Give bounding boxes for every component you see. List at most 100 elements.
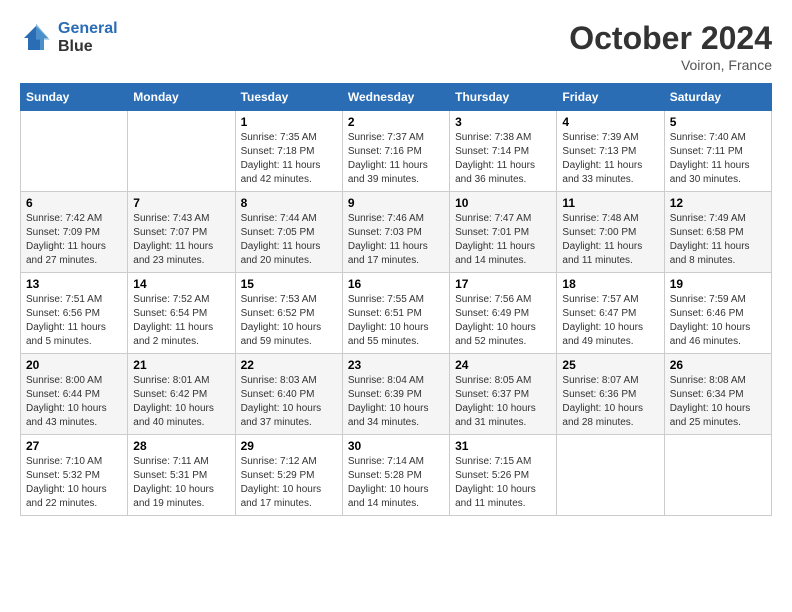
day-info: Sunrise: 7:35 AM Sunset: 7:18 PM Dayligh… [241,131,337,187]
calendar-cell: 14 Sunrise: 7:52 AM Sunset: 6:54 PM Dayli… [128,273,235,354]
day-info: Sunrise: 7:53 AM Sunset: 6:52 PM Dayligh… [241,293,337,349]
day-info: Sunrise: 8:07 AM Sunset: 6:36 PM Dayligh… [562,374,658,430]
calendar-cell: 1Sunrise: 7:35 AM Sunset: 7:18 PM Daylig… [235,111,342,192]
calendar-cell: 3 Sunrise: 7:38 AM Sunset: 7:14 PM Daylig… [450,111,557,192]
day-info: Sunrise: 8:01 AM Sunset: 6:42 PM Dayligh… [133,374,229,430]
day-number: 19 [670,277,766,291]
day-number: 13 [26,277,122,291]
day-info: Sunrise: 7:12 AM Sunset: 5:29 PM Dayligh… [241,455,337,511]
day-number: 6 [26,196,122,210]
calendar-cell: 7 Sunrise: 7:43 AM Sunset: 7:07 PM Daylig… [128,192,235,273]
day-number: 10 [455,196,551,210]
calendar-cell: 29 Sunrise: 7:12 AM Sunset: 5:29 PM Dayli… [235,435,342,516]
day-number: 23 [348,358,444,372]
day-info: Sunrise: 7:43 AM Sunset: 7:07 PM Dayligh… [133,212,229,268]
day-info: Sunrise: 8:04 AM Sunset: 6:39 PM Dayligh… [348,374,444,430]
day-info: Sunrise: 7:40 AM Sunset: 7:11 PM Dayligh… [670,131,766,187]
day-number: 30 [348,439,444,453]
day-info: Sunrise: 7:10 AM Sunset: 5:32 PM Dayligh… [26,455,122,511]
calendar-cell: 15 Sunrise: 7:53 AM Sunset: 6:52 PM Dayli… [235,273,342,354]
weekday-header-thursday: Thursday [450,84,557,111]
day-number: 20 [26,358,122,372]
week-row-1: 1Sunrise: 7:35 AM Sunset: 7:18 PM Daylig… [21,111,772,192]
day-info: Sunrise: 7:52 AM Sunset: 6:54 PM Dayligh… [133,293,229,349]
calendar-cell: 2Sunrise: 7:37 AM Sunset: 7:16 PM Daylig… [342,111,449,192]
calendar-cell [128,111,235,192]
calendar-cell [21,111,128,192]
logo-text: General Blue [58,20,118,56]
day-info: Sunrise: 7:48 AM Sunset: 7:00 PM Dayligh… [562,212,658,268]
page-header: General Blue October 2024 Voiron, France [20,20,772,73]
calendar-cell: 28 Sunrise: 7:11 AM Sunset: 5:31 PM Dayli… [128,435,235,516]
day-info: Sunrise: 8:03 AM Sunset: 6:40 PM Dayligh… [241,374,337,430]
day-number: 28 [133,439,229,453]
weekday-header-tuesday: Tuesday [235,84,342,111]
week-row-5: 27Sunrise: 7:10 AM Sunset: 5:32 PM Dayli… [21,435,772,516]
calendar-cell: 21 Sunrise: 8:01 AM Sunset: 6:42 PM Dayli… [128,354,235,435]
calendar-cell: 19 Sunrise: 7:59 AM Sunset: 6:46 PM Dayli… [664,273,771,354]
calendar-cell: 5 Sunrise: 7:40 AM Sunset: 7:11 PM Daylig… [664,111,771,192]
day-number: 24 [455,358,551,372]
location: Voiron, France [569,57,772,73]
calendar-cell [664,435,771,516]
day-info: Sunrise: 7:49 AM Sunset: 6:58 PM Dayligh… [670,212,766,268]
calendar-cell: 18 Sunrise: 7:57 AM Sunset: 6:47 PM Dayli… [557,273,664,354]
calendar-cell: 16 Sunrise: 7:55 AM Sunset: 6:51 PM Dayli… [342,273,449,354]
day-info: Sunrise: 7:46 AM Sunset: 7:03 PM Dayligh… [348,212,444,268]
week-row-4: 20 Sunrise: 8:00 AM Sunset: 6:44 PM Dayli… [21,354,772,435]
calendar-cell: 4 Sunrise: 7:39 AM Sunset: 7:13 PM Daylig… [557,111,664,192]
day-number: 5 [670,115,766,129]
day-number: 3 [455,115,551,129]
calendar-cell: 23 Sunrise: 8:04 AM Sunset: 6:39 PM Dayli… [342,354,449,435]
calendar-cell: 25Sunrise: 8:07 AM Sunset: 6:36 PM Dayli… [557,354,664,435]
calendar-table: SundayMondayTuesdayWednesdayThursdayFrid… [20,83,772,516]
day-info: Sunrise: 7:56 AM Sunset: 6:49 PM Dayligh… [455,293,551,349]
day-number: 2 [348,115,444,129]
week-row-3: 13 Sunrise: 7:51 AM Sunset: 6:56 PM Dayli… [21,273,772,354]
day-number: 18 [562,277,658,291]
day-info: Sunrise: 8:08 AM Sunset: 6:34 PM Dayligh… [670,374,766,430]
day-number: 16 [348,277,444,291]
day-number: 31 [455,439,551,453]
day-number: 17 [455,277,551,291]
calendar-cell: 17 Sunrise: 7:56 AM Sunset: 6:49 PM Dayli… [450,273,557,354]
day-info: Sunrise: 7:59 AM Sunset: 6:46 PM Dayligh… [670,293,766,349]
calendar-cell: 12 Sunrise: 7:49 AM Sunset: 6:58 PM Dayli… [664,192,771,273]
day-info: Sunrise: 7:39 AM Sunset: 7:13 PM Dayligh… [562,131,658,187]
calendar-cell: 22 Sunrise: 8:03 AM Sunset: 6:40 PM Dayli… [235,354,342,435]
day-number: 7 [133,196,229,210]
logo: General Blue [20,20,118,56]
day-info: Sunrise: 7:57 AM Sunset: 6:47 PM Dayligh… [562,293,658,349]
day-number: 11 [562,196,658,210]
calendar-cell: 9 Sunrise: 7:46 AM Sunset: 7:03 PM Daylig… [342,192,449,273]
weekday-header-row: SundayMondayTuesdayWednesdayThursdayFrid… [21,84,772,111]
weekday-header-friday: Friday [557,84,664,111]
weekday-header-wednesday: Wednesday [342,84,449,111]
day-info: Sunrise: 7:42 AM Sunset: 7:09 PM Dayligh… [26,212,122,268]
day-info: Sunrise: 8:00 AM Sunset: 6:44 PM Dayligh… [26,374,122,430]
weekday-header-monday: Monday [128,84,235,111]
day-number: 9 [348,196,444,210]
day-info: Sunrise: 7:15 AM Sunset: 5:26 PM Dayligh… [455,455,551,511]
month-title: October 2024 [569,20,772,57]
calendar-cell: 13 Sunrise: 7:51 AM Sunset: 6:56 PM Dayli… [21,273,128,354]
day-number: 14 [133,277,229,291]
day-number: 15 [241,277,337,291]
day-number: 29 [241,439,337,453]
weekday-header-saturday: Saturday [664,84,771,111]
day-info: Sunrise: 7:44 AM Sunset: 7:05 PM Dayligh… [241,212,337,268]
week-row-2: 6 Sunrise: 7:42 AM Sunset: 7:09 PM Daylig… [21,192,772,273]
calendar-cell: 26 Sunrise: 8:08 AM Sunset: 6:34 PM Dayli… [664,354,771,435]
day-info: Sunrise: 7:55 AM Sunset: 6:51 PM Dayligh… [348,293,444,349]
day-info: Sunrise: 7:14 AM Sunset: 5:28 PM Dayligh… [348,455,444,511]
day-number: 12 [670,196,766,210]
day-info: Sunrise: 7:51 AM Sunset: 6:56 PM Dayligh… [26,293,122,349]
day-number: 22 [241,358,337,372]
logo-icon [20,22,52,54]
day-info: Sunrise: 7:11 AM Sunset: 5:31 PM Dayligh… [133,455,229,511]
day-number: 26 [670,358,766,372]
day-info: Sunrise: 7:38 AM Sunset: 7:14 PM Dayligh… [455,131,551,187]
calendar-cell: 24Sunrise: 8:05 AM Sunset: 6:37 PM Dayli… [450,354,557,435]
day-number: 4 [562,115,658,129]
day-number: 21 [133,358,229,372]
